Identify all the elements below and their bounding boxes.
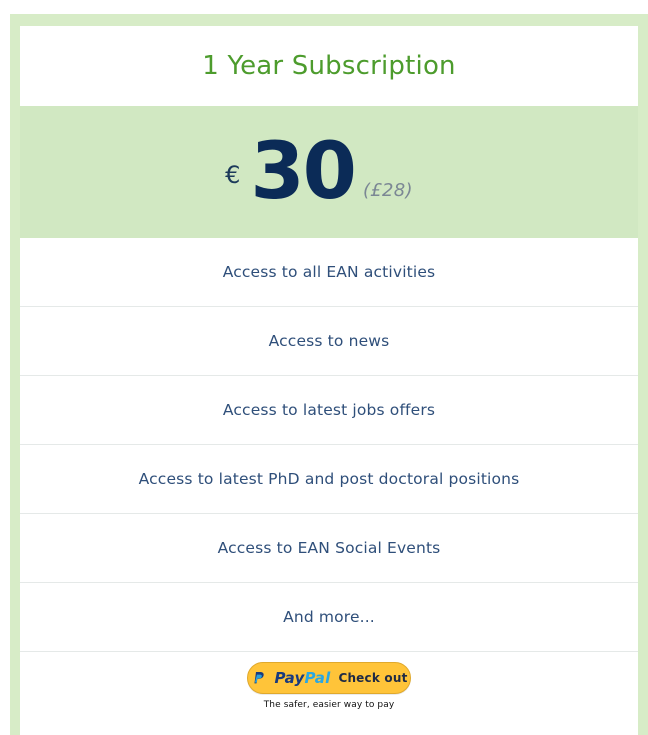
feature-item: And more... — [20, 582, 638, 651]
currency-symbol: € — [225, 161, 241, 189]
paypal-checkout: PayPal Check out The safer, easier way t… — [247, 662, 411, 710]
features-list: Access to all EAN activities Access to n… — [20, 238, 638, 651]
price-amount: 30 — [250, 127, 357, 217]
plan-title: 1 Year Subscription — [202, 51, 456, 81]
price: € 30 (£28) — [225, 133, 413, 211]
paypal-brand-part-1: Pay — [274, 669, 305, 687]
feature-item: Access to latest PhD and post doctoral p… — [20, 444, 638, 513]
feature-item: Access to all EAN activities — [222, 263, 436, 281]
feature-item: Access to news — [20, 306, 638, 375]
paypal-brand-part-2: Pal — [304, 669, 331, 687]
checkout-area: PayPal Check out The safer, easier way t… — [20, 651, 638, 713]
alternate-price: (£28) — [362, 180, 413, 201]
paypal-tagline: The safer, easier way to pay — [263, 700, 395, 710]
paypal-brand: PayPal — [274, 669, 330, 687]
paypal-icon — [250, 670, 266, 686]
checkout-label: Check out — [338, 671, 408, 685]
paypal-checkout-button[interactable]: PayPal Check out — [247, 662, 411, 694]
feature-item: Access to latest jobs offers — [20, 375, 638, 444]
feature-item: Access to EAN Social Events — [20, 513, 638, 582]
pricing-card-frame: 1 Year Subscription € 30 (£28) Access to… — [10, 14, 648, 735]
price-band: € 30 (£28) — [20, 106, 638, 238]
plan-header: 1 Year Subscription — [20, 26, 638, 106]
pricing-card: 1 Year Subscription € 30 (£28) Access to… — [20, 26, 638, 735]
